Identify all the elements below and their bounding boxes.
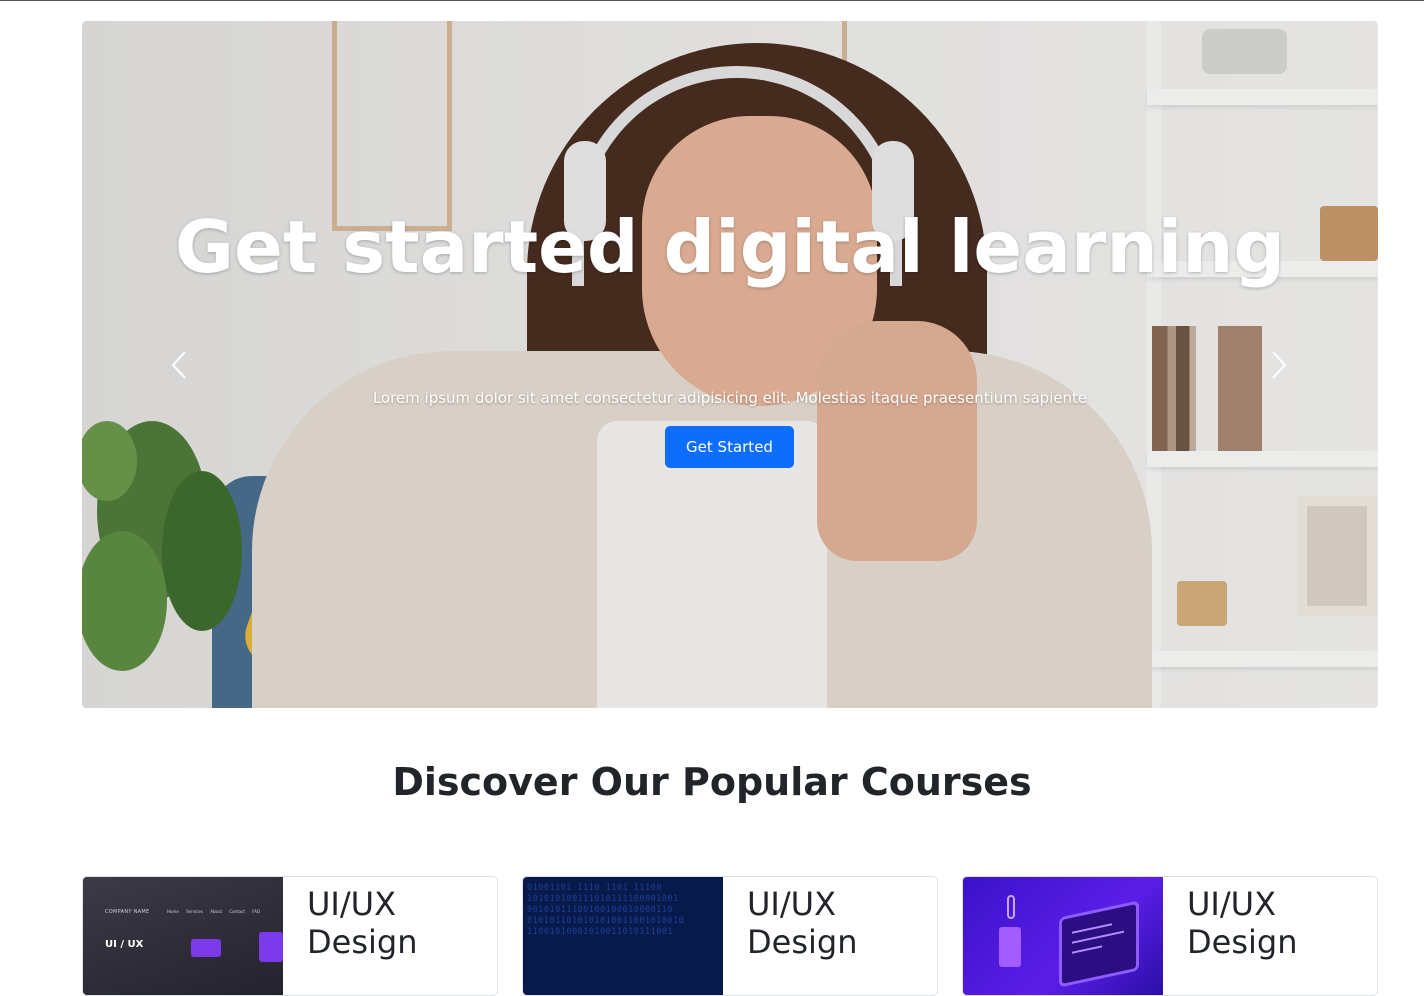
coffee-cup-illustration xyxy=(999,927,1021,967)
laptop-screen-illustration xyxy=(1059,900,1139,988)
course-title: UI/UX Design xyxy=(1187,885,1298,961)
course-thumbnail xyxy=(963,877,1163,995)
course-card[interactable]: UI/UX Design xyxy=(962,876,1378,996)
top-border xyxy=(0,0,1424,1)
course-card[interactable]: COMPANY NAME Home Services About Contact… xyxy=(82,876,498,996)
hero-subtitle: Lorem ipsum dolor sit amet consectetur a… xyxy=(372,389,1088,407)
course-title: UI/UX Design xyxy=(307,885,418,961)
thumbnail-brand: COMPANY NAME xyxy=(105,909,150,915)
course-thumbnail: 01001101 1110 1101 11100 101010100111010… xyxy=(523,877,723,995)
chevron-left-icon xyxy=(171,351,186,379)
course-card[interactable]: 01001101 1110 1101 11100 101010100111010… xyxy=(522,876,938,996)
steam-illustration xyxy=(1007,895,1015,919)
thumbnail-nav: Home Services About Contact FAQ xyxy=(167,909,260,914)
hero-title: Get started digital learning xyxy=(174,205,1286,289)
binary-code-art: 01001101 1110 1101 11100 101010100111010… xyxy=(527,883,685,937)
chevron-right-icon xyxy=(1272,351,1287,379)
carousel-next-button[interactable] xyxy=(1259,345,1299,385)
get-started-button[interactable]: Get Started xyxy=(665,426,794,468)
carousel-prev-button[interactable] xyxy=(159,345,199,385)
thumbnail-ui-widget xyxy=(259,932,283,962)
thumbnail-label: UI / UX xyxy=(105,939,144,950)
course-thumbnail: COMPANY NAME Home Services About Contact… xyxy=(83,877,283,995)
course-title: UI/UX Design xyxy=(747,885,858,961)
image-overlay xyxy=(82,21,1378,708)
courses-section-title: Discover Our Popular Courses xyxy=(392,760,1032,804)
hero-carousel: Get started digital learning Lorem ipsum… xyxy=(82,21,1378,708)
thumbnail-ui-widget xyxy=(191,939,221,957)
